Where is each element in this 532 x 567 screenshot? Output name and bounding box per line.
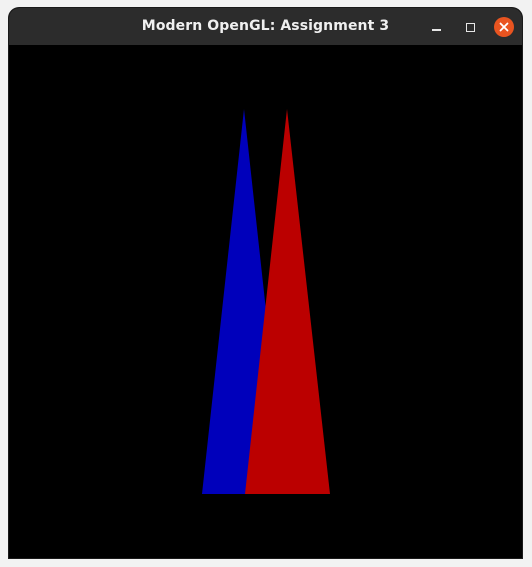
- gl-viewport[interactable]: [9, 45, 522, 558]
- minimize-button[interactable]: [426, 17, 446, 37]
- close-button[interactable]: [494, 17, 514, 37]
- close-icon: [499, 22, 509, 32]
- render-surface: [9, 45, 522, 558]
- maximize-icon: [465, 22, 475, 32]
- title-bar[interactable]: Modern OpenGL: Assignment 3: [9, 8, 522, 45]
- maximize-button[interactable]: [460, 17, 480, 37]
- app-window: Modern OpenGL: Assignment 3: [9, 8, 522, 558]
- minimize-icon: [431, 29, 441, 31]
